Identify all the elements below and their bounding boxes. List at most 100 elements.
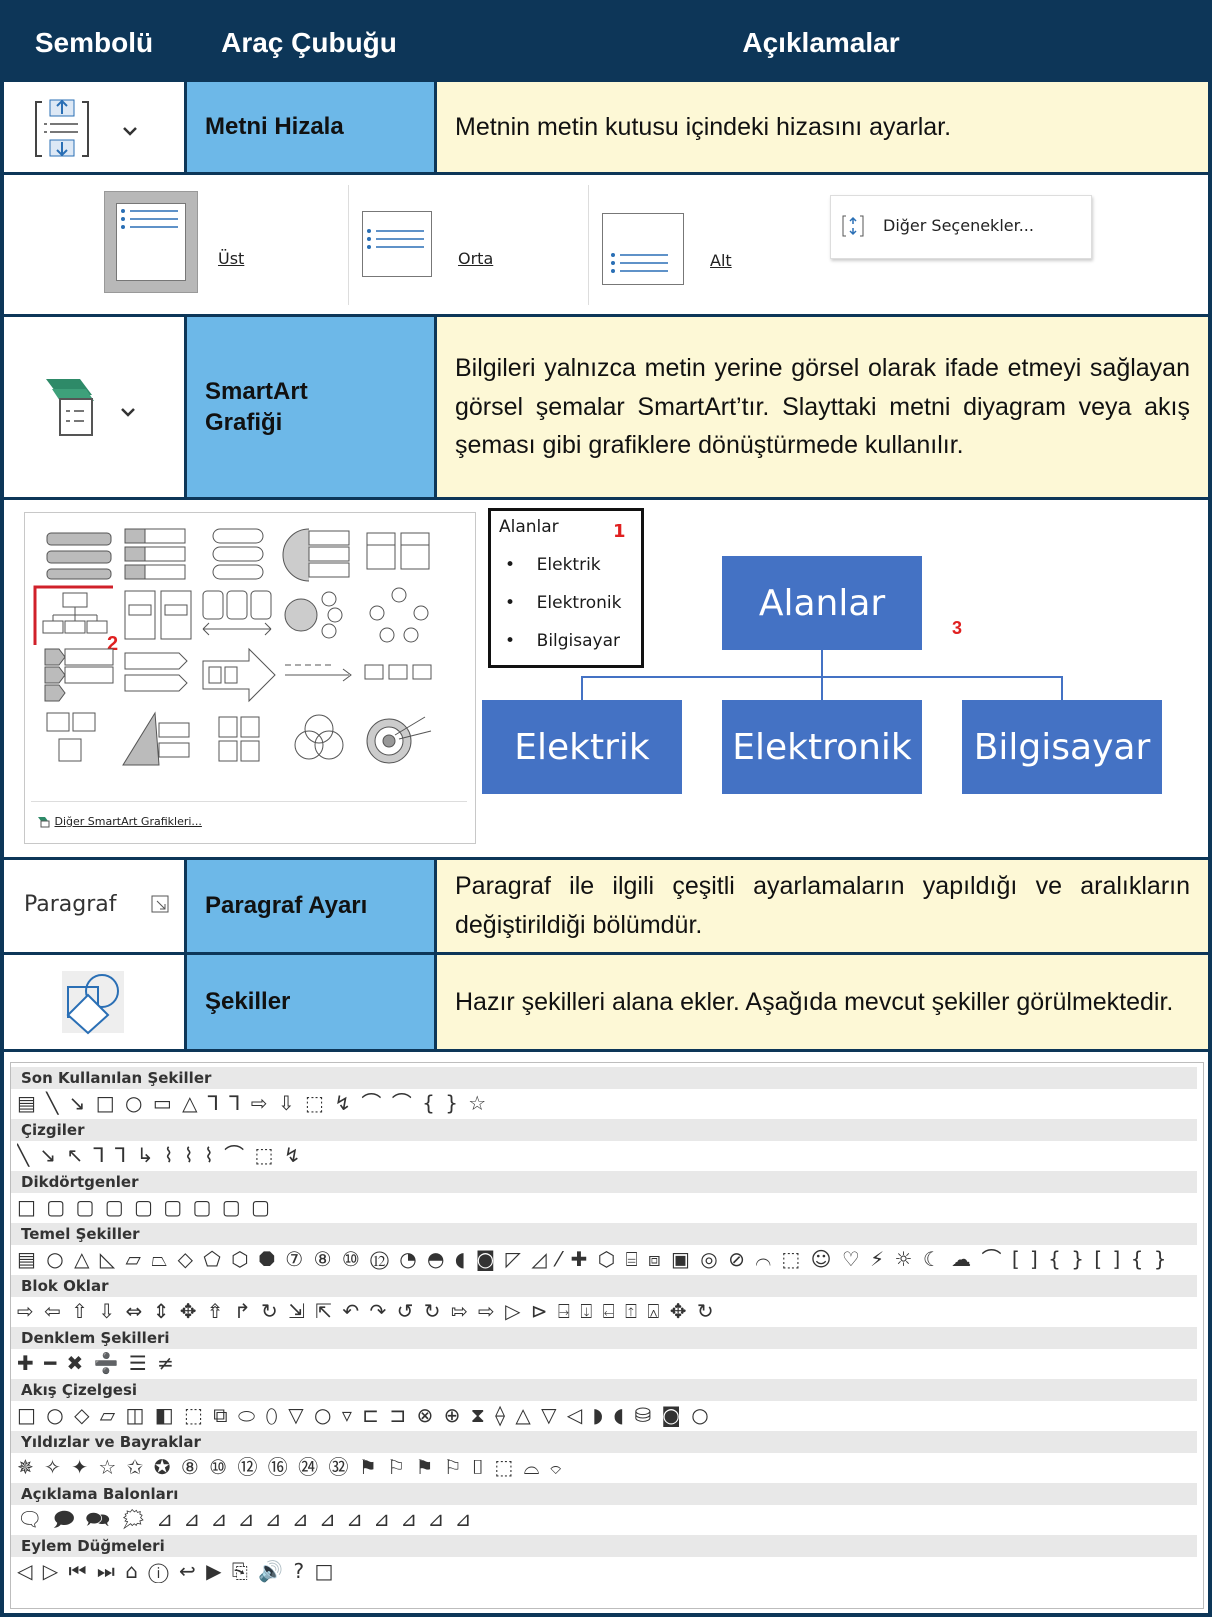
list-title: Alanlar: [499, 517, 559, 537]
align-options-panel: Üst Orta Alt Diğer Seçenekler...: [4, 175, 1208, 314]
shape-row[interactable]: ╲ ↘ ↖ ⅂ ⅂ ↳ ⌇ ⌇ ⌇ ⌒ ⬚ ↯: [17, 1143, 1187, 1167]
align-text-label: Metni Hizala: [205, 113, 344, 141]
list-layout-icon[interactable]: [279, 525, 359, 585]
shape-row[interactable]: ▤ ○ △ ◺ ▱ ⏢ ◇ ⬠ ⬡ ⯃ ⑦ ⑧ ⑩ ⑫ ◔ ◓ ◖ ◙ ◸ ◿ …: [17, 1247, 1187, 1271]
target-layout-icon[interactable]: [359, 709, 439, 769]
gallery-divider: [31, 801, 467, 802]
hierarchy-layout-icon[interactable]: [33, 585, 113, 645]
dialog-launcher-icon[interactable]: [150, 894, 172, 916]
list-layout-icon[interactable]: [119, 525, 199, 585]
column-divider: [184, 314, 187, 500]
list-layout-icon[interactable]: [199, 525, 279, 585]
shape-row[interactable]: ◁ ▷ ⏮ ⏭ ⌂ ⓘ ↩ ▶ ⎘ 🔊 ? □: [17, 1559, 1187, 1583]
diagram-child-node: Elektronik: [722, 700, 922, 794]
shape-row[interactable]: 🗨 🗩 🗪 🗯 ⊿ ⊿ ⊿ ⊿ ⊿ ⊿ ⊿ ⊿ ⊿ ⊿ ⊿ ⊿: [17, 1507, 1187, 1531]
more-options-menu[interactable]: Diğer Seçenekler...: [830, 195, 1092, 259]
bullet-lines-icon: [611, 253, 668, 273]
header-descriptions: Açıklamalar: [742, 27, 900, 58]
smartart-symbol: [4, 317, 184, 497]
smartart-example-panel: 2 Diğer SmartArt Grafikleri... Alanlar 1…: [4, 500, 1208, 857]
shape-category-title: Yıldızlar ve Bayraklar: [11, 1431, 1197, 1453]
shape-row[interactable]: □ ▢ ▢ ▢ ▢ ▢ ▢ ▢ ▢: [17, 1195, 1187, 1219]
header-toolbar: Araç Çubuğu: [221, 27, 397, 58]
paragraph-desc: Paragraf ile ilgili çeşitli ayarlamaları…: [437, 860, 1208, 952]
more-options-label: Diğer Seçenekler...: [883, 216, 1034, 235]
shape-category-title: Dikdörtgenler: [11, 1171, 1197, 1193]
diagram-child-node: Bilgisayar: [962, 700, 1162, 794]
paragraph-symbol: Paragraf: [4, 860, 184, 952]
relationship-layout-icon[interactable]: [279, 585, 359, 645]
shapes-desc-text: Hazır şekilleri alana ekler. Aşağıda mev…: [455, 987, 1174, 1016]
shape-category-title: Akış Çizelgesi: [11, 1379, 1197, 1401]
align-bottom-label: Alt: [710, 251, 732, 270]
connector-line: [821, 650, 823, 676]
matrix-layout-icon[interactable]: [199, 709, 279, 769]
list-layout-icon[interactable]: [359, 525, 439, 585]
smartart-small-icon: [38, 817, 50, 828]
align-text-symbol: [4, 82, 184, 172]
align-top-label: Üst: [218, 249, 245, 268]
shapes-desc: Hazır şekilleri alana ekler. Aşağıda mev…: [437, 955, 1208, 1049]
connector-line: [581, 676, 583, 700]
more-smartart-link[interactable]: Diğer SmartArt Grafikleri...: [37, 815, 202, 828]
column-divider: [184, 82, 187, 175]
venn-layout-icon[interactable]: [279, 709, 359, 769]
column-divider: [434, 82, 437, 175]
shape-category-title: Çizgiler: [11, 1119, 1197, 1141]
smartart-desc-text: Bilgileri yalnızca metin yerine görsel o…: [455, 353, 1190, 460]
align-text-desc-text: Metnin metin kutusu içindeki hizasını ay…: [455, 112, 952, 141]
list-layout-icon[interactable]: [39, 645, 119, 705]
marker-3: 3: [952, 618, 963, 638]
process-layout-icon[interactable]: [199, 645, 279, 705]
list-item: • Bilgisayar: [505, 631, 621, 651]
shape-category-title: Denklem Şekilleri: [11, 1327, 1197, 1349]
smartart-icon: [46, 379, 135, 436]
picture-layout-icon[interactable]: [39, 709, 119, 769]
row-divider: [4, 497, 1208, 500]
smartart-name: SmartArt Grafiği: [187, 317, 434, 497]
row-divider: [4, 172, 1208, 175]
shape-row[interactable]: □ ○ ◇ ▱ ◫ ◧ ⬚ ⧉ ⬭ ⬯ ▽ ○ ▿ ⊏ ⊐ ⊗ ⊕ ⧗ ⟠ △ …: [17, 1403, 1187, 1427]
bullet-lines-icon: [367, 229, 424, 249]
process-layout-icon[interactable]: [119, 585, 199, 645]
shape-category-title: Eylem Düğmeleri: [11, 1535, 1197, 1557]
header-symbol: Sembolü: [34, 27, 154, 58]
align-text-icon: [35, 99, 137, 157]
align-text-small-icon: [842, 215, 864, 237]
paragraph-name: Paragraf Ayarı: [187, 860, 434, 952]
shapes-label: Şekiller: [205, 988, 291, 1016]
option-divider: [588, 185, 589, 305]
pyramid-layout-icon[interactable]: [119, 709, 199, 769]
option-divider: [348, 185, 349, 305]
list-layout-icon[interactable]: [39, 525, 119, 585]
shape-row[interactable]: ▤ ╲ ↘ □ ○ ▭ △ ⅂ ⅂ ⇨ ⇩ ⬚ ↯ ⌒ ⌒ { } ☆: [17, 1091, 1187, 1115]
smartart-label-line1: SmartArt: [205, 377, 308, 405]
cycle-layout-icon[interactable]: [359, 585, 439, 645]
shape-row[interactable]: ✚ ━ ✖ ➗ ☰ ≠: [17, 1351, 1187, 1375]
list-item: • Elektronik: [505, 593, 622, 613]
diagram-root-node: Alanlar: [722, 556, 922, 650]
process-layout-icon[interactable]: [359, 645, 439, 705]
process-layout-icon[interactable]: [119, 645, 199, 705]
align-middle-option[interactable]: Orta: [362, 189, 562, 301]
shapes-icon[interactable]: [58, 967, 128, 1037]
shapes-name: Şekiller: [187, 955, 434, 1049]
column-divider: [434, 314, 437, 500]
shape-row[interactable]: ✵ ✧ ✦ ☆ ✩ ✪ ⑧ ⑩ ⑫ ⑯ ㉔ ㉜ ⚑ ⚐ ⚑ ⚐ ⌷ ⬚ ⌓ ⌔: [17, 1455, 1187, 1479]
shape-row[interactable]: ⇨ ⇦ ⇧ ⇩ ⇔ ⇕ ✥ ⇮ ↱ ↻ ⇲ ⇱ ↶ ↷ ↺ ↻ ⇰ ⇨ ▷ ⊳ …: [17, 1299, 1187, 1323]
smartart-gallery: 2 Diğer SmartArt Grafikleri...: [24, 512, 476, 844]
smartart-label-line2: Grafiği: [205, 409, 283, 436]
process-layout-icon[interactable]: [199, 585, 279, 645]
paragraph-desc-text: Paragraf ile ilgili çeşitli ayarlamaları…: [455, 872, 1190, 939]
shape-category-title: Son Kullanılan Şekiller: [11, 1067, 1197, 1089]
shape-category-title: Blok Oklar: [11, 1275, 1197, 1297]
source-text-box: Alanlar 1 • Elektrik • Elektronik • Bilg…: [488, 508, 644, 668]
row-divider: [4, 952, 1208, 955]
align-top-option[interactable]: Üst: [100, 189, 330, 301]
process-layout-icon[interactable]: [279, 645, 359, 705]
connector-line: [1061, 676, 1063, 700]
align-text-name: Metni Hizala: [187, 82, 434, 172]
align-bottom-option[interactable]: Alt: [602, 189, 802, 301]
more-smartart-label: Diğer SmartArt Grafikleri...: [54, 815, 202, 828]
diagram-child-node: Elektrik: [482, 700, 682, 794]
